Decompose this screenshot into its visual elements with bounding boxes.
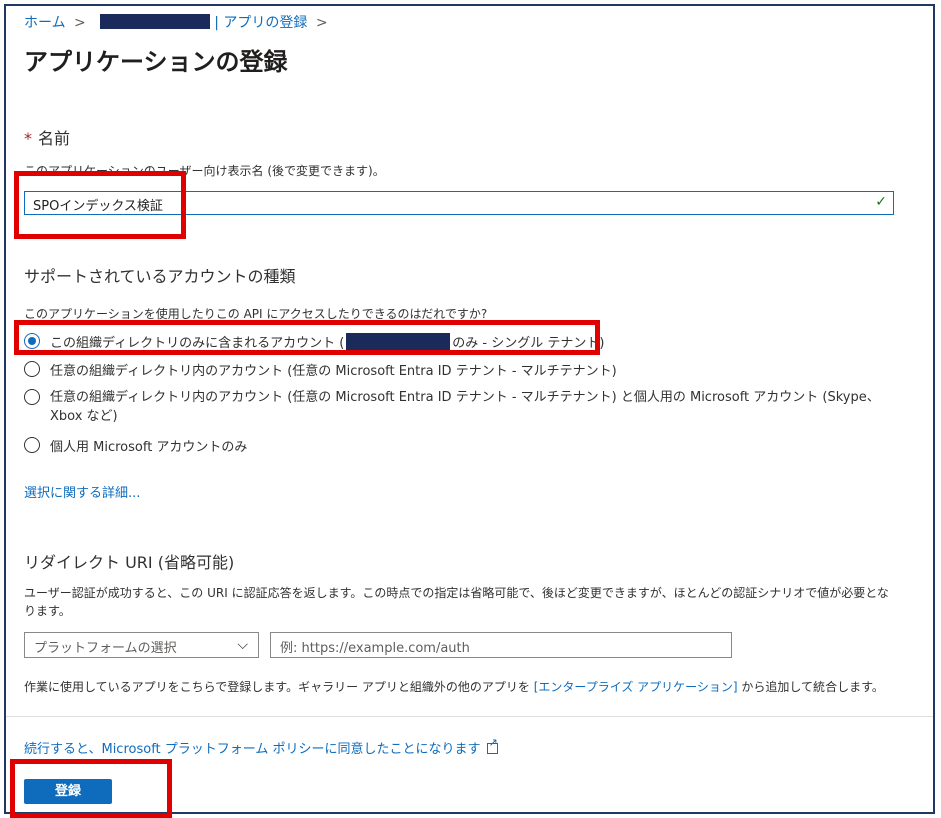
choice-details-link[interactable]: 選択に関する詳細... <box>24 482 140 501</box>
redacted-tenant-name <box>100 14 211 29</box>
breadcrumb-separator: > <box>315 15 328 31</box>
breadcrumb-app-registrations[interactable]: | アプリの登録 <box>214 15 307 31</box>
breadcrumb: ホーム > | アプリの登録 > <box>24 12 332 32</box>
radio-unchecked-icon[interactable] <box>24 437 40 453</box>
page-title: アプリケーションの登録 <box>24 48 288 76</box>
redirect-uri-heading: リダイレクト URI (省略可能) <box>24 553 235 572</box>
radio-personal-only-label: 個人用 Microsoft アカウントのみ <box>50 440 248 455</box>
radio-multi-tenant-personal-label: 任意の組織ディレクトリ内のアカウント (任意の Microsoft Entra … <box>50 390 880 424</box>
radio-multi-tenant-label: 任意の組織ディレクトリ内のアカウント (任意の Microsoft Entra … <box>50 364 617 379</box>
radio-unchecked-icon[interactable] <box>24 361 40 377</box>
enterprise-apps-note: 作業に使用しているアプリをこちらで登録します。ギャラリー アプリと組織外の他のア… <box>24 680 884 694</box>
radio-multi-tenant[interactable]: 任意の組織ディレクトリ内のアカウント (任意の Microsoft Entra … <box>24 360 617 379</box>
platform-select-value: プラットフォームの選択 <box>34 641 177 656</box>
account-types-heading: サポートされているアカウントの種類 <box>24 267 296 286</box>
checkmark-icon: ✓ <box>875 194 887 210</box>
breadcrumb-separator: > <box>74 15 86 31</box>
external-link-icon <box>486 736 498 754</box>
required-mark: * <box>24 129 32 148</box>
platform-select[interactable]: プラットフォームの選択 ⌵ <box>24 632 259 658</box>
more-options-icon[interactable]: ··· <box>275 50 287 65</box>
radio-personal-only[interactable]: 個人用 Microsoft アカウントのみ <box>24 436 247 455</box>
name-label-text: 名前 <box>38 129 71 148</box>
chevron-down-icon: ⌵ <box>237 637 248 653</box>
radio-unchecked-icon[interactable] <box>24 389 40 405</box>
redirect-uri-help: ユーザー認証が成功すると、この URI に認証応答を返します。この時点での指定は… <box>24 586 889 618</box>
platform-policy-link[interactable]: 続行すると、Microsoft プラットフォーム ポリシーに同意したことになりま… <box>24 736 498 757</box>
breadcrumb-home[interactable]: ホーム <box>24 15 66 31</box>
highlight-box-name <box>14 171 186 239</box>
highlight-box-register <box>10 759 172 818</box>
highlight-box-account-type <box>14 320 600 355</box>
name-label: * 名前 <box>24 125 70 149</box>
redirect-uri-placeholder: 例: https://example.com/auth <box>280 641 470 656</box>
enterprise-apps-link[interactable]: [エンタープライズ アプリケーション] <box>534 680 738 694</box>
redirect-uri-input[interactable]: 例: https://example.com/auth <box>270 632 732 658</box>
radio-multi-tenant-personal[interactable]: 任意の組織ディレクトリ内のアカウント (任意の Microsoft Entra … <box>24 388 894 426</box>
footer-divider <box>6 716 933 717</box>
